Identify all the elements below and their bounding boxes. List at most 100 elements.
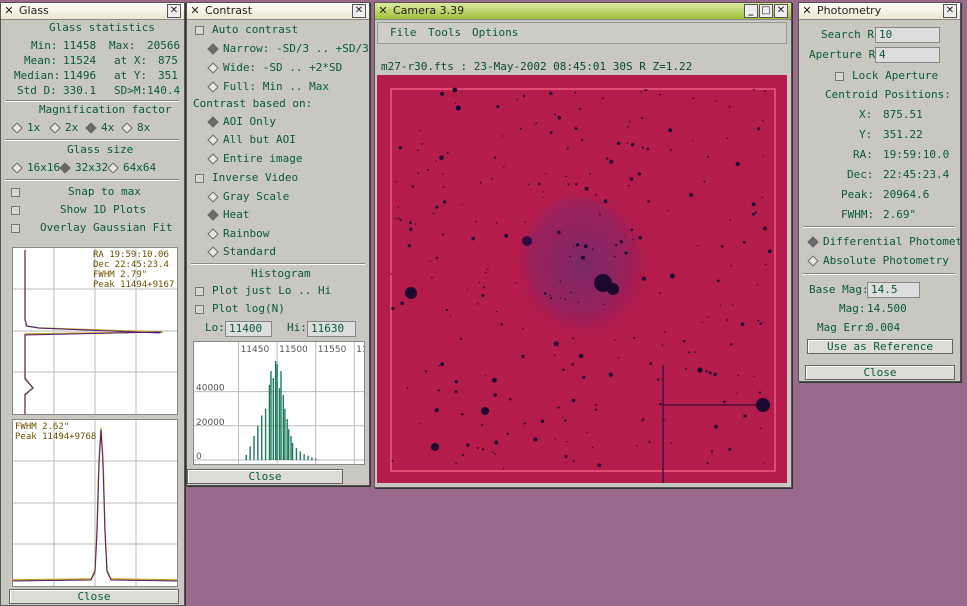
menu-tools[interactable]: Tools <box>428 26 461 40</box>
wide-radio[interactable]: Wide: -SD .. +2*SD <box>207 61 342 75</box>
star <box>696 244 699 247</box>
size-option-32[interactable]: 32x32 <box>59 161 108 175</box>
size-option-64[interactable]: 64x64 <box>107 161 156 175</box>
narrow-radio[interactable]: Narrow: -SD/3 .. +SD/3 <box>207 42 369 56</box>
mag-option-8x[interactable]: 8x <box>121 121 150 135</box>
search-r-input[interactable]: 10 <box>875 27 940 43</box>
mag-option-2x[interactable]: 2x <box>49 121 78 135</box>
glass-window: ✕ Glass ✕ Glass statistics Min: 11458 Ma… <box>0 2 185 606</box>
radio-icon <box>121 122 133 134</box>
dec-label: Dec: <box>847 168 874 181</box>
lo-input[interactable]: 11400 <box>225 321 272 337</box>
search-r-label: Search R: <box>821 28 881 41</box>
star <box>554 438 556 440</box>
close-icon[interactable]: ✕ <box>943 4 957 18</box>
star <box>522 327 524 330</box>
image-info-line: m27-r30.fts : 23-May-2002 08:45:01 30S R… <box>381 60 693 73</box>
maximize-icon[interactable]: □ <box>759 4 773 18</box>
snap-checkbox[interactable]: Snap to max <box>11 185 141 199</box>
glass-titlebar[interactable]: ✕ Glass ✕ <box>1 3 184 20</box>
window-menu-icon[interactable]: ✕ <box>377 5 389 17</box>
star <box>493 393 497 397</box>
star <box>721 245 724 248</box>
base-mag-input[interactable]: 14.5 <box>867 282 920 298</box>
radio-icon <box>207 246 219 258</box>
star <box>763 462 765 464</box>
use-as-reference-button[interactable]: Use as Reference <box>807 339 953 354</box>
rainbow-radio[interactable]: Rainbow <box>207 227 269 241</box>
star <box>461 454 464 457</box>
star <box>562 416 564 418</box>
star <box>753 375 755 377</box>
auto-contrast-checkbox[interactable]: Auto contrast <box>195 23 298 37</box>
star <box>398 146 402 150</box>
star <box>557 230 561 234</box>
star <box>580 255 585 260</box>
star <box>630 228 634 232</box>
star <box>461 203 463 206</box>
window-menu-icon[interactable]: ✕ <box>189 5 201 17</box>
entire-image-radio[interactable]: Entire image <box>207 152 302 166</box>
absolute-radio[interactable]: Absolute Photometry <box>807 254 949 268</box>
size-option-16[interactable]: 16x16 <box>11 161 60 175</box>
photometry-titlebar[interactable]: ✕ Photometry ✕ <box>799 3 960 20</box>
close-icon[interactable]: ✕ <box>352 4 366 18</box>
minimize-icon[interactable]: _ <box>744 4 758 18</box>
camera-titlebar[interactable]: ✕ Camera 3.39 ✕ □ _ <box>375 3 791 20</box>
glass-close-button[interactable]: Close <box>9 589 179 604</box>
show1d-checkbox[interactable]: Show 1D Plots <box>11 203 146 217</box>
star <box>716 279 720 283</box>
inverse-video-checkbox[interactable]: Inverse Video <box>195 171 298 185</box>
std-value: 330.1 <box>63 84 97 97</box>
divider <box>803 226 955 228</box>
plot-log-checkbox[interactable]: Plot log(N) <box>195 302 285 316</box>
mag-option-1x[interactable]: 1x <box>11 121 40 135</box>
star <box>649 362 653 365</box>
star <box>391 306 395 311</box>
close-icon[interactable]: ✕ <box>167 4 181 18</box>
standard-radio[interactable]: Standard <box>207 245 276 259</box>
mag-option-4x[interactable]: 4x <box>85 121 114 135</box>
star <box>661 344 664 346</box>
window-menu-icon[interactable]: ✕ <box>801 5 813 17</box>
radio-icon <box>807 255 819 267</box>
photometry-close-button[interactable]: Close <box>805 365 955 380</box>
star <box>476 303 479 305</box>
star <box>545 173 547 175</box>
overlay-checkbox[interactable]: Overlay Gaussian Fit <box>11 221 172 235</box>
star <box>527 183 530 185</box>
star <box>707 155 710 158</box>
y-value: 351.22 <box>883 128 923 141</box>
hi-input[interactable]: 11630 <box>307 321 356 337</box>
contrast-titlebar[interactable]: ✕ Contrast ✕ <box>187 3 369 20</box>
gray-scale-radio[interactable]: Gray Scale <box>207 190 289 204</box>
checkbox-icon <box>195 25 204 35</box>
star <box>564 298 567 301</box>
contrast-close-button[interactable]: Close <box>187 469 343 484</box>
star <box>730 343 733 346</box>
full-radio[interactable]: Full: Min .. Max <box>207 80 329 94</box>
star <box>454 102 456 104</box>
lock-aperture-checkbox[interactable]: Lock Aperture <box>835 69 938 83</box>
star <box>454 390 458 393</box>
window-menu-icon[interactable]: ✕ <box>3 5 15 17</box>
star <box>496 105 500 109</box>
differential-radio[interactable]: Differential Photometry <box>807 235 960 249</box>
menu-bar: File Tools Options <box>377 22 787 44</box>
heat-radio[interactable]: Heat <box>207 208 250 222</box>
aperture-r-input[interactable]: 4 <box>875 47 940 63</box>
star <box>571 398 576 403</box>
star <box>659 402 662 406</box>
aoi-only-radio[interactable]: AOI Only <box>207 115 276 129</box>
y-profile-svg <box>12 420 178 586</box>
star <box>443 200 447 204</box>
all-but-aoi-radio[interactable]: All but AOI <box>207 133 296 147</box>
menu-file[interactable]: File <box>390 26 417 40</box>
histogram-xtick-label: 11600 <box>356 345 364 355</box>
close-icon[interactable]: ✕ <box>774 4 788 18</box>
dec-value: 22:45:23.4 <box>883 168 950 181</box>
image-canvas[interactable] <box>377 75 787 483</box>
menu-options[interactable]: Options <box>472 26 518 40</box>
plot-just-checkbox[interactable]: Plot just Lo .. Hi <box>195 284 331 298</box>
star <box>713 424 718 429</box>
